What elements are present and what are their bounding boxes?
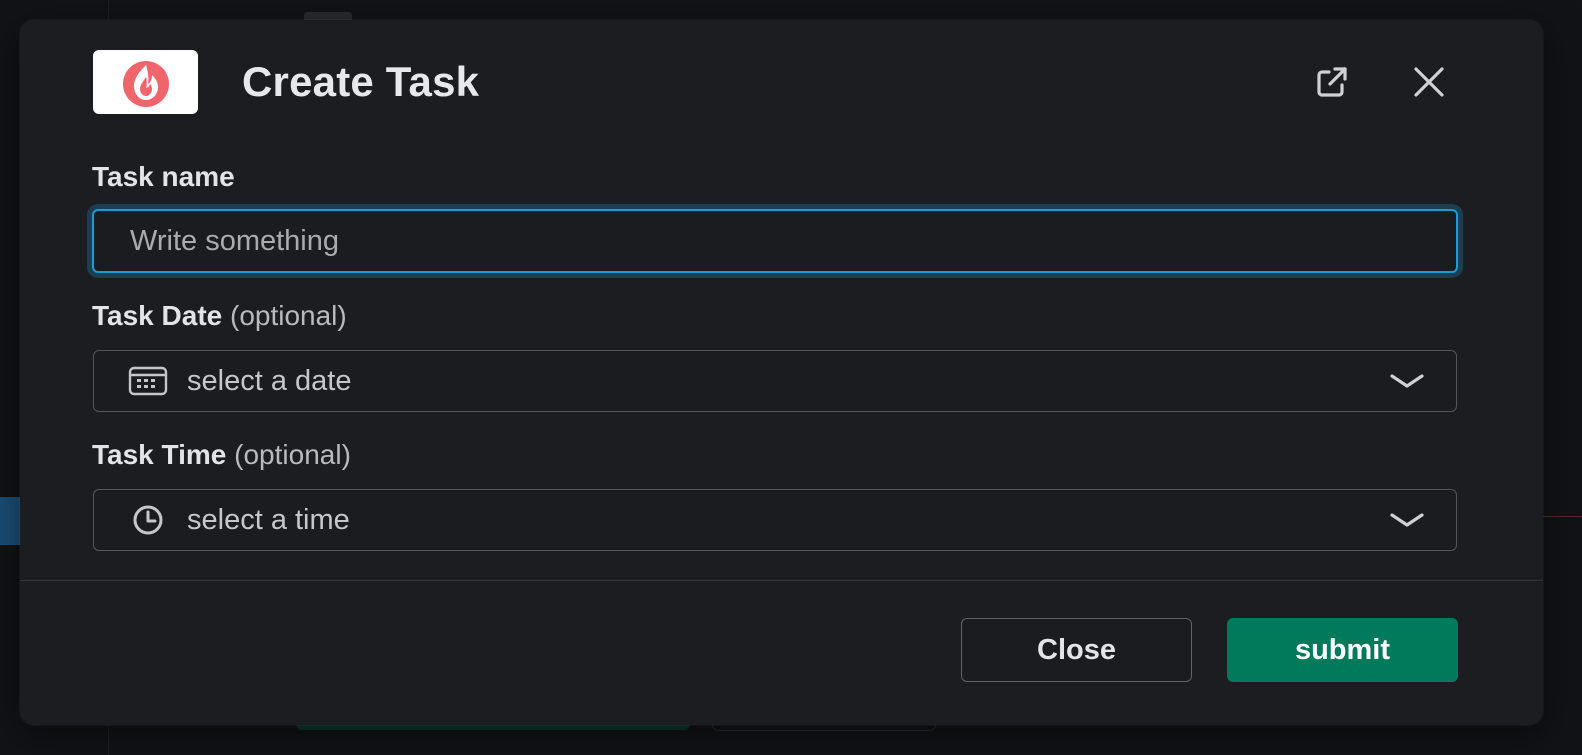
optional-note: (optional) [230, 300, 347, 331]
task-name-input[interactable] [92, 209, 1458, 273]
open-in-new-window-button[interactable] [1312, 62, 1352, 102]
task-name-label-text: Task name [92, 161, 235, 192]
submit-button[interactable]: submit [1227, 618, 1458, 682]
background-highlight [0, 497, 22, 545]
task-date-label-text: Task Date [92, 300, 223, 331]
create-task-dialog: Create Task Task name Task Date (optiona… [20, 20, 1543, 725]
dialog-header: Create Task [20, 20, 1543, 150]
background-line [1542, 516, 1582, 517]
dialog-title: Create Task [242, 58, 480, 105]
optional-note: (optional) [234, 439, 351, 470]
task-time-select[interactable]: select a time [93, 489, 1457, 551]
footer-divider [20, 580, 1543, 581]
task-date-label: Task Date (optional) [92, 299, 347, 333]
close-icon [1414, 67, 1444, 97]
task-time-label: Task Time (optional) [92, 438, 351, 472]
app-logo [93, 50, 198, 114]
open-external-icon [1317, 67, 1347, 97]
chevron-down-icon [1388, 506, 1426, 534]
flame-icon [122, 61, 169, 107]
task-date-select[interactable]: select a date [93, 350, 1457, 412]
task-name-label: Task name [92, 160, 235, 194]
task-time-label-text: Task Time [92, 439, 227, 470]
date-placeholder: select a date [187, 365, 352, 397]
chevron-down-icon [1388, 367, 1426, 395]
close-dialog-button[interactable] [1409, 62, 1449, 102]
clock-icon [126, 504, 170, 536]
close-button[interactable]: Close [961, 618, 1192, 682]
time-placeholder: select a time [187, 504, 350, 536]
calendar-icon [126, 365, 170, 397]
